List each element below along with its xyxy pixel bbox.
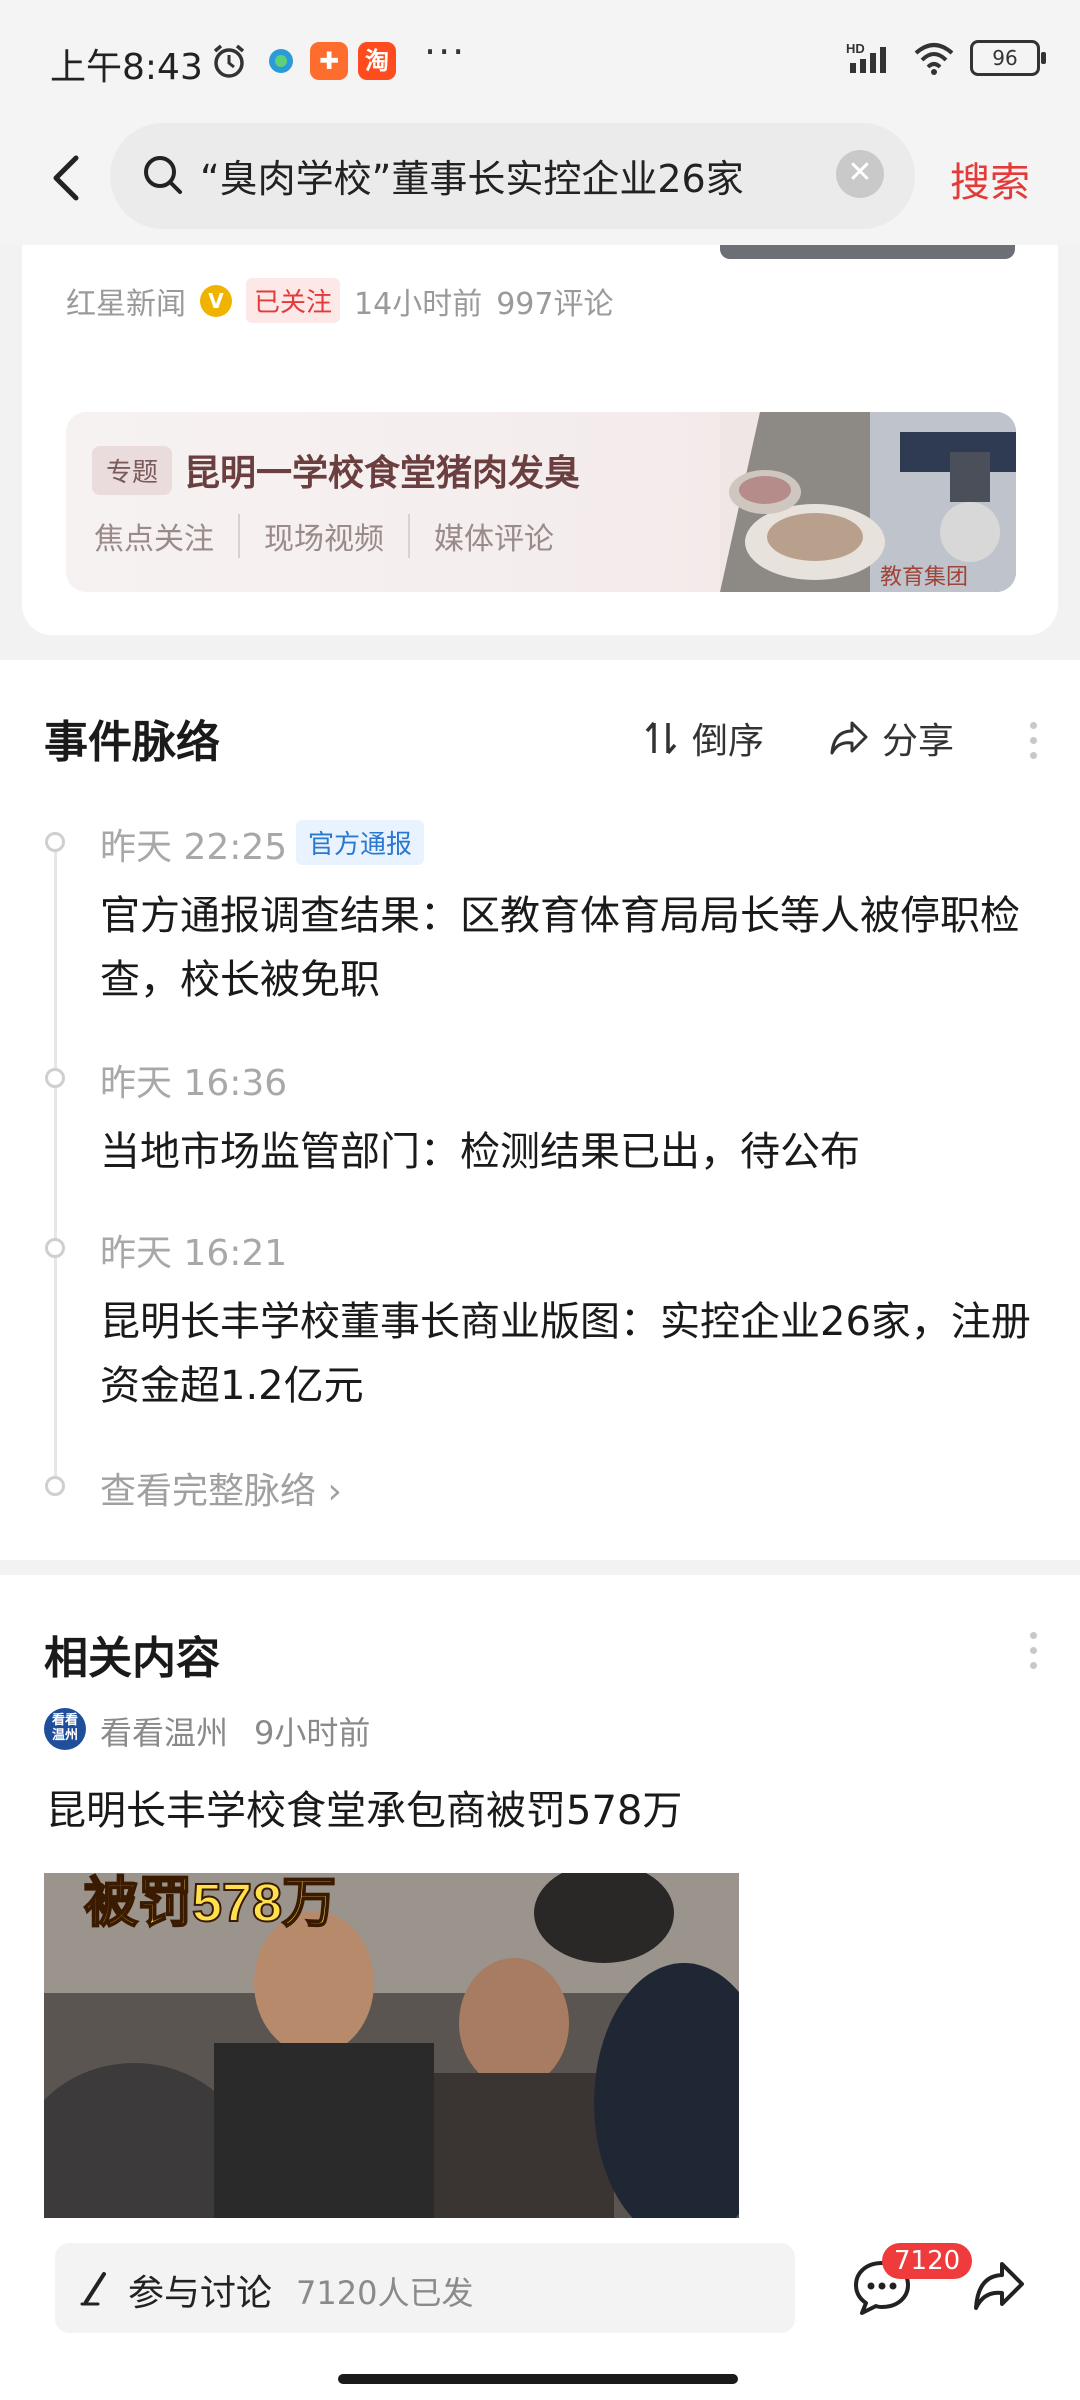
related-video-thumbnail[interactable]: 被罚578万 bbox=[44, 1873, 739, 2218]
related-source[interactable]: 看看温州 bbox=[100, 1708, 228, 1754]
discussion-label: 参与讨论 bbox=[128, 2273, 273, 2314]
search-button[interactable]: 搜索 bbox=[950, 150, 1030, 208]
network-app-icon bbox=[269, 49, 293, 73]
topic-image[interactable]: 教育集团 bbox=[720, 412, 1016, 592]
clear-icon[interactable]: ✕ bbox=[836, 150, 884, 198]
share-icon[interactable] bbox=[970, 2258, 1028, 2316]
verified-icon: V bbox=[200, 284, 232, 317]
topic-title[interactable]: 昆明一学校食堂猪肉发臭 bbox=[184, 444, 580, 496]
related-title: 相关内容 bbox=[44, 1633, 220, 1684]
related-time: 9小时前 bbox=[254, 1714, 371, 1752]
pen-icon bbox=[80, 2272, 106, 2306]
sort-icon bbox=[645, 721, 677, 755]
share-arrow-icon bbox=[830, 721, 868, 755]
alarm-icon bbox=[213, 44, 245, 78]
home-indicator[interactable] bbox=[338, 2374, 738, 2384]
app-notify-icon: ✚ bbox=[310, 42, 348, 80]
timeline-time: 昨天 16:36 bbox=[100, 1063, 288, 1104]
follow-badge[interactable]: 已关注 bbox=[246, 278, 341, 323]
article-thumbnail[interactable] bbox=[720, 245, 1015, 259]
view-full-timeline-link[interactable]: 查看完整脉络 › bbox=[100, 1462, 342, 1514]
related-more-icon[interactable] bbox=[1030, 1632, 1038, 1669]
timeline-dot bbox=[45, 1068, 65, 1088]
article-comments[interactable]: 997评论 bbox=[496, 279, 613, 323]
share-label: 分享 bbox=[882, 721, 955, 762]
svg-text:教育集团: 教育集团 bbox=[880, 564, 968, 589]
timeline-dot bbox=[45, 832, 65, 852]
topic-link-focus[interactable]: 焦点关注 bbox=[94, 514, 240, 558]
timeline-dot bbox=[45, 1476, 65, 1496]
topic-link-video[interactable]: 现场视频 bbox=[240, 514, 410, 558]
topic-link-review[interactable]: 媒体评论 bbox=[410, 514, 578, 558]
timeline-line bbox=[54, 840, 57, 1485]
search-icon bbox=[144, 156, 182, 194]
signal-icon: HD bbox=[846, 41, 886, 73]
svg-text:HD: HD bbox=[846, 41, 865, 56]
timeline-more-icon[interactable] bbox=[1030, 722, 1038, 759]
search-query-text[interactable]: “臭肉学校”董事长实控企业26家 bbox=[200, 148, 800, 203]
related-headline[interactable]: 昆明长丰学校食堂承包商被罚578万 bbox=[46, 1778, 682, 1836]
official-badge: 官方通报 bbox=[296, 820, 425, 865]
more-notifications-icon: ··· bbox=[424, 30, 467, 74]
article-meta: 红星新闻 V 已关注 14小时前 997评论 bbox=[66, 278, 613, 323]
battery-indicator: 96 bbox=[970, 40, 1046, 76]
comment-count-badge: 7120 bbox=[882, 2243, 973, 2279]
sort-button[interactable]: 倒序 bbox=[642, 712, 764, 764]
share-button[interactable]: 分享 bbox=[828, 712, 954, 764]
timeline-time: 昨天 16:21 bbox=[100, 1233, 288, 1274]
topic-tag: 专题 bbox=[92, 446, 173, 495]
source-avatar[interactable]: 看看 温州 bbox=[44, 1708, 86, 1750]
topic-links: 焦点关注 现场视频 媒体评论 bbox=[94, 514, 578, 558]
timeline-item[interactable]: 当地市场监管部门：检测结果已出，待公布 bbox=[100, 1120, 1040, 1184]
timeline-item[interactable]: 昆明长丰学校董事长商业版图：实控企业26家，注册资金超1.2亿元 bbox=[100, 1290, 1040, 1418]
timeline-time: 昨天 22:25 bbox=[100, 827, 288, 868]
timeline-dot bbox=[45, 1238, 65, 1258]
wifi-icon bbox=[914, 43, 954, 75]
status-right: HD 96 bbox=[846, 40, 1046, 76]
article-source[interactable]: 红星新闻 bbox=[66, 279, 186, 323]
timeline-section bbox=[0, 660, 1080, 1560]
timeline-title: 事件脉络 bbox=[44, 717, 220, 768]
sort-label: 倒序 bbox=[692, 721, 765, 762]
svg-text:被罚578万: 被罚578万 bbox=[84, 1873, 336, 1933]
back-arrow-icon[interactable] bbox=[40, 148, 100, 208]
taobao-icon: 淘 bbox=[358, 42, 396, 80]
discussion-count: 7120人已发 bbox=[296, 2274, 474, 2312]
status-time: 上午8:43 bbox=[50, 47, 203, 88]
article-time: 14小时前 bbox=[354, 286, 483, 322]
timeline-item[interactable]: 官方通报调查结果：区教育体育局局长等人被停职检查，校长被免职 bbox=[100, 884, 1040, 1012]
